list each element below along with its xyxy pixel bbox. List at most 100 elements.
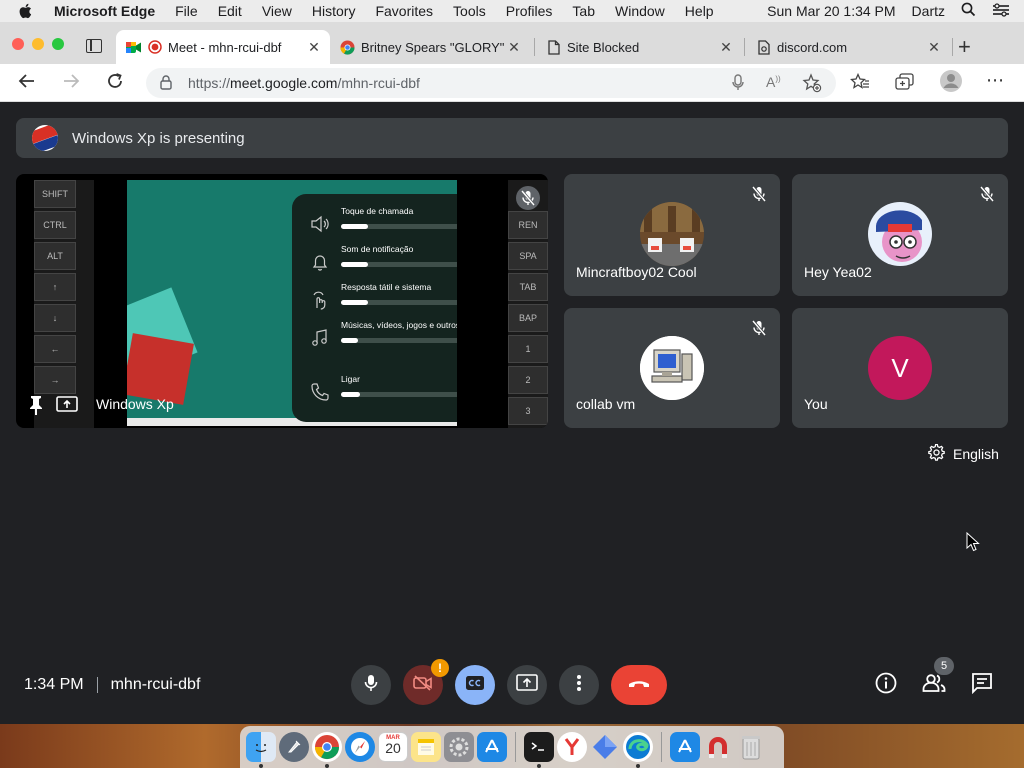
forward-icon[interactable] (62, 72, 80, 96)
people-count-badge: 5 (934, 657, 954, 675)
notes-icon[interactable] (411, 732, 441, 762)
volume-row: Resposta tátil e sistema (292, 276, 457, 314)
tab-site-blocked-close-icon[interactable]: ✕ (718, 39, 734, 56)
volume-track (341, 224, 457, 229)
new-tab-button[interactable]: + (958, 34, 971, 60)
tab-discord-label: discord.com (777, 39, 848, 55)
menubar-clock[interactable]: Sun Mar 20 1:34 PM (767, 3, 895, 19)
tab-britney-label: Britney Spears "GLORY" (361, 39, 505, 55)
menubar-user[interactable]: Dartz (912, 3, 945, 19)
leave-call-button[interactable] (611, 665, 667, 705)
present-screen-icon (516, 673, 538, 697)
tab-meet-close-icon[interactable]: ✕ (306, 39, 322, 56)
menu-favorites[interactable]: Favorites (375, 3, 433, 19)
minimize-window-button[interactable] (32, 38, 44, 50)
collections-icon[interactable] (895, 73, 915, 95)
volume-track (341, 392, 457, 397)
microphone-in-use-icon[interactable] (732, 74, 744, 97)
more-options-icon[interactable]: ⋯ (986, 70, 1004, 91)
participant-tile[interactable]: V You (792, 308, 1008, 428)
key-shift: SHIFT (34, 180, 76, 208)
back-icon[interactable] (18, 72, 36, 96)
tab-britney-close-icon[interactable]: ✕ (506, 39, 522, 56)
meeting-details-button[interactable] (871, 670, 901, 700)
speaker-icon (310, 214, 330, 234)
edge-browser-icon[interactable] (623, 732, 653, 768)
volume-fill (341, 262, 368, 267)
chrome-icon[interactable] (312, 732, 342, 768)
key-tab: TAB (508, 273, 548, 301)
dock: MAR 20 (240, 726, 784, 768)
tab-britney[interactable]: Britney Spears "GLORY" ✕ (330, 30, 530, 64)
shared-screen-tile[interactable]: SHIFT CTRL ALT ↑ ↓ ← → REN SPA TAB BAP 1… (16, 174, 548, 428)
yandex-browser-icon[interactable] (557, 732, 587, 762)
key-bap: BAP (508, 304, 548, 332)
launchpad-icon[interactable] (279, 732, 309, 762)
participant-tile[interactable]: collab vm (564, 308, 780, 428)
key-2: 2 (508, 366, 548, 394)
tab-meet-label: Meet - mhn-rcui-dbf (168, 39, 282, 55)
volume-fill (341, 224, 368, 229)
mic-off-icon (751, 186, 767, 207)
url-text[interactable]: https://meet.google.com/mhn-rcui-dbf (188, 75, 420, 91)
present-now-button[interactable] (507, 665, 547, 705)
pin-icon[interactable] (28, 394, 44, 421)
menu-profiles[interactable]: Profiles (506, 3, 553, 19)
blue-app-icon[interactable] (590, 732, 620, 762)
refresh-icon[interactable] (106, 72, 124, 96)
participant-tile[interactable]: Mincraftboy02 Cool (564, 174, 780, 296)
menu-window[interactable]: Window (615, 3, 665, 19)
address-bar[interactable]: https://meet.google.com/mhn-rcui-dbf A)) (146, 68, 836, 98)
menu-edit[interactable]: Edit (218, 3, 242, 19)
zoom-window-button[interactable] (52, 38, 64, 50)
tab-meet[interactable]: Meet - mhn-rcui-dbf ✕ (116, 30, 330, 64)
lock-icon[interactable] (160, 75, 172, 95)
calendar-icon[interactable]: MAR 20 (378, 732, 408, 762)
caption-language-button[interactable]: English (928, 443, 999, 464)
caption-language-label: English (953, 446, 999, 462)
tab-actions-icon[interactable] (86, 39, 102, 53)
tab-discord[interactable]: discord.com ✕ (746, 30, 950, 64)
window-controls (12, 38, 64, 50)
key-spa: SPA (508, 242, 548, 270)
captions-button[interactable] (455, 665, 495, 705)
finder-icon[interactable] (246, 732, 276, 768)
system-preferences-icon[interactable] (444, 732, 474, 762)
app-store-icon[interactable] (477, 732, 507, 762)
chat-button[interactable] (967, 670, 997, 700)
menu-tab[interactable]: Tab (572, 3, 595, 19)
menu-app-name[interactable]: Microsoft Edge (54, 3, 155, 19)
participant-avatar (640, 202, 704, 266)
read-aloud-icon[interactable]: A)) (766, 74, 781, 90)
dock-separator (515, 732, 516, 762)
screen-share-icon (56, 396, 78, 419)
magnet-app-icon[interactable] (703, 732, 733, 762)
app-store-folder-icon[interactable] (670, 732, 700, 762)
trash-icon[interactable] (736, 732, 766, 762)
volume-row: Som de notificação (292, 238, 457, 276)
control-center-icon[interactable] (992, 2, 1010, 20)
apple-menu-icon[interactable] (18, 3, 36, 19)
tab-discord-close-icon[interactable]: ✕ (926, 39, 942, 56)
tab-separator (952, 38, 953, 56)
document-icon (546, 39, 561, 55)
menu-view[interactable]: View (262, 3, 292, 19)
participant-tile[interactable]: Hey Yea02 (792, 174, 1008, 296)
more-options-button[interactable] (559, 665, 599, 705)
terminal-icon[interactable] (524, 732, 554, 768)
discord-page-icon (756, 39, 771, 55)
add-favorite-icon[interactable] (802, 73, 822, 98)
safari-icon[interactable] (345, 732, 375, 762)
spotlight-search-icon[interactable] (961, 2, 976, 20)
camera-button[interactable]: ! (403, 659, 449, 705)
menu-history[interactable]: History (312, 3, 356, 19)
menu-file[interactable]: File (175, 3, 198, 19)
menu-help[interactable]: Help (685, 3, 714, 19)
close-window-button[interactable] (12, 38, 24, 50)
tab-site-blocked[interactable]: Site Blocked ✕ (536, 30, 742, 64)
presenter-name: Windows Xp (96, 396, 174, 412)
profile-avatar-icon[interactable] (939, 69, 963, 97)
menu-tools[interactable]: Tools (453, 3, 486, 19)
favorites-icon[interactable] (850, 72, 870, 95)
microphone-button[interactable] (351, 665, 391, 705)
